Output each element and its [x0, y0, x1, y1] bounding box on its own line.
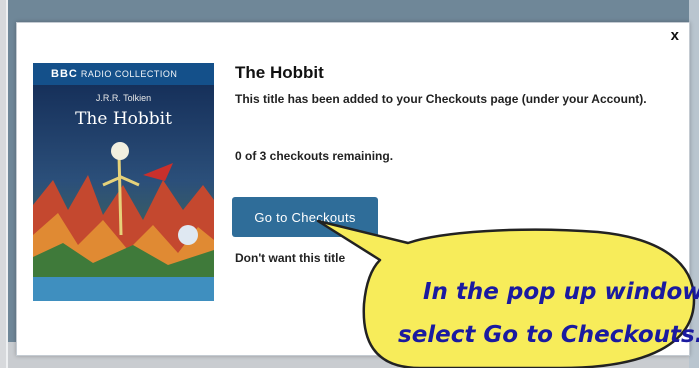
checkout-confirmation-dialog: x BBC RADIO COLLECTION J.R.R. Tolkien Th…	[16, 22, 690, 356]
checkouts-remaining: 0 of 3 checkouts remaining.	[235, 149, 394, 163]
cover-footer-strip	[33, 277, 214, 301]
cover-title: The Hobbit	[75, 109, 172, 129]
cover-author: J.R.R. Tolkien	[95, 93, 152, 103]
go-to-checkouts-button[interactable]: Go to Checkouts	[232, 197, 378, 237]
scan-edge-right	[689, 0, 699, 368]
cover-collection: RADIO COLLECTION	[80, 69, 178, 79]
dont-want-link[interactable]: Don't want this title	[235, 251, 369, 265]
added-message: This title has been added to your Checko…	[235, 92, 647, 106]
close-button[interactable]: x	[671, 27, 679, 44]
cover-banner: BBC RADIO COLLECTION	[33, 63, 214, 85]
callout-text-line-2: select Go to Checkouts.	[398, 322, 699, 348]
callout-text-line-1: In the pop up window,	[423, 279, 699, 305]
book-cover-image: BBC RADIO COLLECTION J.R.R. Tolkien The H…	[33, 63, 214, 301]
scan-edge	[0, 0, 6, 368]
book-title: The Hobbit	[235, 63, 324, 82]
cover-brand: BBC	[51, 68, 78, 80]
